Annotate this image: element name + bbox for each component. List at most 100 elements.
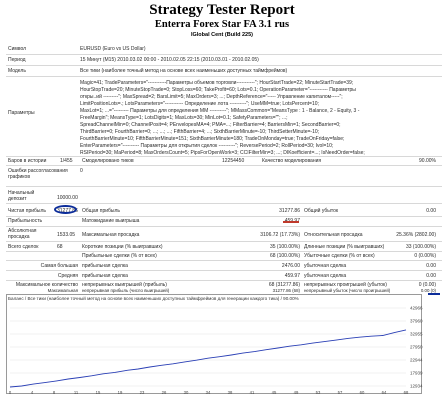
y-tick-label: 22944 bbox=[410, 358, 423, 363]
x-tick-label: 49 bbox=[294, 390, 299, 395]
x-tick-label: 45 bbox=[272, 390, 277, 395]
bars-value: 1/455 bbox=[60, 158, 73, 164]
divider bbox=[6, 280, 442, 281]
x-tick-label: 38 bbox=[228, 390, 233, 395]
x-tick-label: 41 bbox=[250, 390, 255, 395]
stat-label: Короткие позиции (% выигравших) bbox=[82, 244, 163, 250]
stat-value: 0 (0.00%) bbox=[414, 253, 436, 259]
param-line: Magic=41; TradeParameters="-----------Па… bbox=[80, 80, 354, 86]
model-value: Все тики (наиболее точный метод на основ… bbox=[80, 68, 288, 74]
x-tick-label: 26 bbox=[162, 390, 167, 395]
bars-label: Баров в истории bbox=[8, 158, 47, 164]
stat-value: 459.97 bbox=[284, 273, 300, 279]
deposit-label: Начальный депозит bbox=[8, 190, 35, 202]
x-tick-label: 57 bbox=[338, 390, 343, 395]
stat-label: Убыточные сделки (% от всех) bbox=[304, 253, 375, 259]
x-tick-label: 15 bbox=[96, 390, 101, 395]
param-line: HourStopTrade=20; MinuteStopTrade=0; Sto… bbox=[80, 87, 356, 93]
stat-label: прибыльная сделка bbox=[82, 273, 128, 279]
symbol-value: EURUSD (Euro vs US Dollar) bbox=[80, 46, 146, 52]
net-profit-highlight-circle bbox=[54, 205, 77, 214]
stat-value: 68 bbox=[57, 244, 63, 250]
stat-value: 3106.72 (17.73%) bbox=[260, 232, 300, 238]
stat-label: убыточная сделка bbox=[304, 273, 347, 279]
divider bbox=[6, 156, 442, 157]
y-tick-label: 12934 bbox=[410, 384, 423, 389]
divider bbox=[6, 65, 442, 66]
divider bbox=[6, 260, 442, 261]
ticks-value: 12254450 bbox=[222, 158, 245, 164]
errors-value: 0 bbox=[80, 168, 83, 174]
y-tick-label: 17939 bbox=[410, 371, 423, 376]
divider bbox=[6, 241, 442, 242]
stat-label: Всего сделок bbox=[8, 244, 39, 250]
param-line: LimitPositionLots=.; LotsParameters="---… bbox=[80, 101, 319, 107]
y-tick-label: 32955 bbox=[410, 332, 423, 337]
x-tick-label: 0 bbox=[9, 390, 12, 395]
stat-value: 2476.00 bbox=[281, 263, 300, 269]
stat-label: Прибыльность bbox=[8, 218, 43, 224]
param-line: откры..ий ---------"; MaxSpread=2; BarsL… bbox=[80, 94, 343, 100]
stat-value: 31277.86 bbox=[279, 208, 300, 214]
stat-value: 33 (100.00%) bbox=[405, 244, 436, 250]
param-line: EnterParameters="---------- Параметры дл… bbox=[80, 143, 334, 149]
divider bbox=[6, 251, 442, 252]
param-line: SpreadChannelMin=0; ChannelPosit=4; PEnv… bbox=[80, 122, 341, 128]
x-tick-label: 23 bbox=[140, 390, 145, 395]
stat-label: Прибыльные сделки (% от всех) bbox=[82, 253, 157, 259]
symbol-label: Символ bbox=[8, 46, 27, 52]
period-value: 15 Минут (M15) 2010.03.02 00:00 - 2010.0… bbox=[80, 57, 259, 63]
divider bbox=[6, 76, 442, 77]
x-tick-label: 64 bbox=[382, 390, 387, 395]
model-label: Модель bbox=[8, 68, 26, 74]
stat-label: Чистая прибыль bbox=[8, 208, 46, 214]
params-label: Параметры bbox=[8, 110, 35, 116]
expected-payoff-underline bbox=[283, 221, 299, 223]
x-tick-label: 68 bbox=[404, 390, 409, 395]
divider bbox=[6, 165, 442, 166]
x-tick-label: 34 bbox=[206, 390, 211, 395]
stat-label: Относительная просадка bbox=[304, 232, 363, 238]
y-tick-label: 37960 bbox=[410, 319, 423, 324]
stat-value: 0.00 bbox=[426, 208, 436, 214]
stat-value: 35 (100.00%) bbox=[269, 244, 300, 250]
stat-label: Матожидание выигрыша bbox=[82, 218, 140, 224]
param-line: FreeMargin"; MeansType=1; LotsDigits=1; … bbox=[80, 115, 288, 121]
balance-series-line bbox=[9, 329, 407, 388]
y-tick-label: 42966 bbox=[410, 306, 423, 311]
report-title: Strategy Tester Report bbox=[149, 2, 295, 18]
errors-label: Ошибки рассогласования графиков bbox=[8, 168, 68, 180]
quality-label: Качество моделирования bbox=[262, 158, 322, 164]
stat-value: 0.00 bbox=[426, 273, 436, 279]
stat-label: Самая большая bbox=[40, 263, 78, 269]
deposit-value: 10000.00 bbox=[57, 195, 78, 201]
x-tick-label: 4 bbox=[31, 390, 34, 395]
x-tick-label: 30 bbox=[184, 390, 189, 395]
quality-value: 90.00% bbox=[419, 158, 436, 164]
stat-label: Длинные позиции (% выигравших) bbox=[304, 244, 385, 250]
param-line: ThirdBarrier=0; FourthBarrier=0; ...; ..… bbox=[80, 129, 320, 135]
stat-label: Общая прибыль bbox=[82, 208, 121, 214]
stat-label: Максимальная просадка bbox=[82, 232, 140, 238]
stat-label: Средняя bbox=[57, 273, 78, 279]
divider bbox=[6, 216, 442, 217]
stat-value: 0.00 bbox=[426, 263, 436, 269]
x-tick-label: 8 bbox=[53, 390, 56, 395]
y-tick-label: 27950 bbox=[410, 345, 423, 350]
x-tick-label: 60 bbox=[360, 390, 365, 395]
stat-value: 1533.05 bbox=[57, 232, 76, 238]
stat-label: Абсолютная просадка bbox=[8, 228, 37, 240]
stat-value: 68 (100.00%) bbox=[269, 253, 300, 259]
divider bbox=[6, 226, 442, 227]
period-label: Период bbox=[8, 57, 26, 63]
divider bbox=[6, 54, 442, 55]
report-company: IGlobal Cent (Build 225) bbox=[190, 32, 254, 38]
divider bbox=[6, 186, 442, 187]
stat-label: убыточная сделка bbox=[304, 263, 347, 269]
divider bbox=[6, 270, 442, 271]
x-tick-label: 19 bbox=[118, 390, 123, 395]
param-line: FourthBarrierMinute=10; FifthBarrierMinu… bbox=[80, 136, 345, 142]
stat-value: 25.36% (2802.00) bbox=[396, 232, 436, 238]
report-subtitle: Enterra Forex Star FA 3.1 rus bbox=[154, 19, 290, 30]
param-line: MaxLot=1; ...="--------- Параметры для о… bbox=[80, 108, 360, 114]
